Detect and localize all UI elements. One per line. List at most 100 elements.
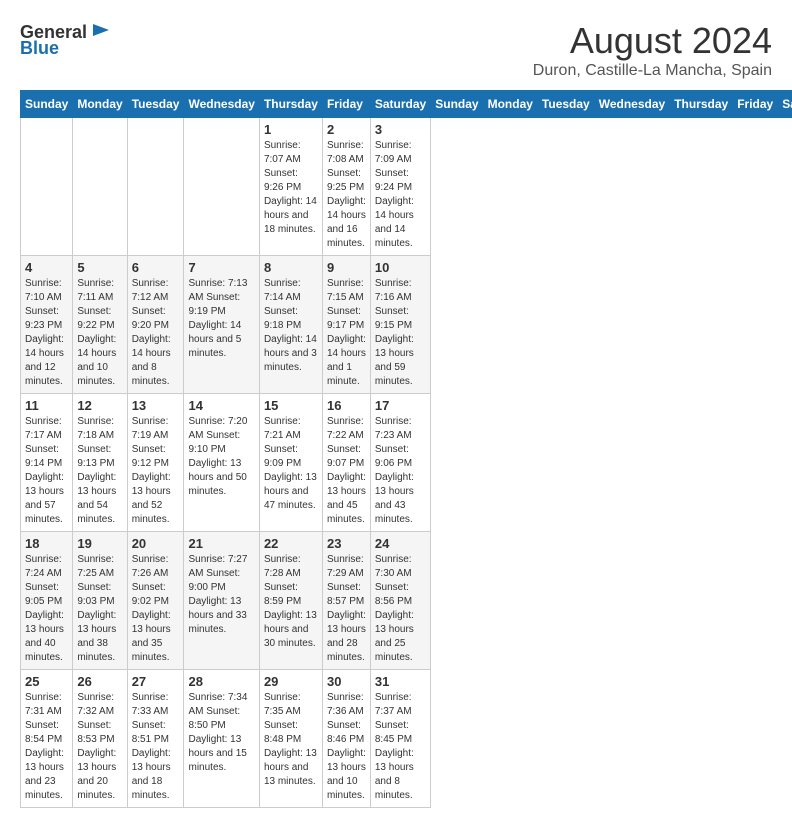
- day-info: Sunrise: 7:19 AM Sunset: 9:12 PM Dayligh…: [132, 415, 180, 527]
- day-number: 25: [25, 674, 68, 689]
- day-number: 15: [264, 398, 318, 413]
- day-info: Sunrise: 7:34 AM Sunset: 8:50 PM Dayligh…: [188, 691, 254, 775]
- day-number: 5: [77, 260, 122, 275]
- day-number: 27: [132, 674, 180, 689]
- calendar-day-cell: 19 Sunrise: 7:25 AM Sunset: 9:03 PM Dayli…: [73, 532, 127, 670]
- calendar-day-cell: 27 Sunrise: 7:33 AM Sunset: 8:51 PM Dayli…: [127, 670, 184, 808]
- day-of-week-header: Wednesday: [594, 91, 669, 118]
- day-number: 30: [327, 674, 366, 689]
- calendar-week-row: 1 Sunrise: 7:07 AM Sunset: 9:26 PM Daylig…: [21, 118, 792, 256]
- day-info: Sunrise: 7:26 AM Sunset: 9:02 PM Dayligh…: [132, 553, 180, 665]
- day-number: 31: [375, 674, 426, 689]
- calendar-day-cell: 10 Sunrise: 7:16 AM Sunset: 9:15 PM Dayli…: [370, 256, 430, 394]
- calendar-day-cell: [73, 118, 127, 256]
- day-number: 7: [188, 260, 254, 275]
- calendar-day-cell: 22Sunrise: 7:28 AM Sunset: 8:59 PM Dayli…: [259, 532, 322, 670]
- day-number: 14: [188, 398, 254, 413]
- calendar-day-cell: 11Sunrise: 7:17 AM Sunset: 9:14 PM Dayli…: [21, 394, 73, 532]
- day-info: Sunrise: 7:33 AM Sunset: 8:51 PM Dayligh…: [132, 691, 180, 803]
- calendar-day-cell: 20 Sunrise: 7:26 AM Sunset: 9:02 PM Dayli…: [127, 532, 184, 670]
- calendar-day-cell: 5 Sunrise: 7:11 AM Sunset: 9:22 PM Daylig…: [73, 256, 127, 394]
- calendar-day-cell: 16Sunrise: 7:22 AM Sunset: 9:07 PM Dayli…: [322, 394, 370, 532]
- day-info: Sunrise: 7:14 AM Sunset: 9:18 PM Dayligh…: [264, 277, 318, 375]
- day-info: Sunrise: 7:07 AM Sunset: 9:26 PM Dayligh…: [264, 139, 318, 237]
- calendar-day-cell: 25 Sunrise: 7:31 AM Sunset: 8:54 PM Dayli…: [21, 670, 73, 808]
- location-subtitle: Duron, Castille-La Mancha, Spain: [533, 62, 772, 80]
- day-number: 18: [25, 536, 68, 551]
- calendar-table: SundayMondayTuesdayWednesdayThursdayFrid…: [20, 90, 792, 808]
- calendar-day-cell: 12Sunrise: 7:18 AM Sunset: 9:13 PM Dayli…: [73, 394, 127, 532]
- day-of-week-header: Friday: [322, 91, 370, 118]
- day-info: Sunrise: 7:22 AM Sunset: 9:07 PM Dayligh…: [327, 415, 366, 527]
- calendar-day-cell: 15 Sunrise: 7:21 AM Sunset: 9:09 PM Dayli…: [259, 394, 322, 532]
- calendar-day-cell: [184, 118, 259, 256]
- calendar-day-cell: 31 Sunrise: 7:37 AM Sunset: 8:45 PM Dayli…: [370, 670, 430, 808]
- day-number: 8: [264, 260, 318, 275]
- day-number: 21: [188, 536, 254, 551]
- day-number: 19: [77, 536, 122, 551]
- day-info: Sunrise: 7:27 AM Sunset: 9:00 PM Dayligh…: [188, 553, 254, 637]
- day-of-week-header: Thursday: [259, 91, 322, 118]
- day-info: Sunrise: 7:30 AM Sunset: 8:56 PM Dayligh…: [375, 553, 426, 665]
- calendar-day-cell: 29Sunrise: 7:35 AM Sunset: 8:48 PM Dayli…: [259, 670, 322, 808]
- day-number: 6: [132, 260, 180, 275]
- calendar-day-cell: 4Sunrise: 7:10 AM Sunset: 9:23 PM Daylig…: [21, 256, 73, 394]
- logo: General Blue: [20, 20, 113, 59]
- day-info: Sunrise: 7:23 AM Sunset: 9:06 PM Dayligh…: [375, 415, 426, 527]
- header: General Blue August 2024 Duron, Castille…: [20, 20, 772, 80]
- day-info: Sunrise: 7:37 AM Sunset: 8:45 PM Dayligh…: [375, 691, 426, 803]
- day-number: 26: [77, 674, 122, 689]
- calendar-day-cell: 18 Sunrise: 7:24 AM Sunset: 9:05 PM Dayli…: [21, 532, 73, 670]
- day-of-week-header: Tuesday: [537, 91, 594, 118]
- calendar-day-cell: 7 Sunrise: 7:13 AM Sunset: 9:19 PM Daylig…: [184, 256, 259, 394]
- calendar-day-cell: 3Sunrise: 7:09 AM Sunset: 9:24 PM Daylig…: [370, 118, 430, 256]
- day-info: Sunrise: 7:29 AM Sunset: 8:57 PM Dayligh…: [327, 553, 366, 665]
- day-number: 29: [264, 674, 318, 689]
- calendar-day-cell: 30 Sunrise: 7:36 AM Sunset: 8:46 PM Dayli…: [322, 670, 370, 808]
- day-of-week-header: Saturday: [370, 91, 430, 118]
- day-of-week-header: Wednesday: [184, 91, 259, 118]
- calendar-day-cell: 14 Sunrise: 7:20 AM Sunset: 9:10 PM Dayli…: [184, 394, 259, 532]
- day-number: 28: [188, 674, 254, 689]
- calendar-day-cell: [127, 118, 184, 256]
- day-info: Sunrise: 7:17 AM Sunset: 9:14 PM Dayligh…: [25, 415, 68, 527]
- calendar-day-cell: 24 Sunrise: 7:30 AM Sunset: 8:56 PM Dayli…: [370, 532, 430, 670]
- day-info: Sunrise: 7:16 AM Sunset: 9:15 PM Dayligh…: [375, 277, 426, 389]
- day-info: Sunrise: 7:21 AM Sunset: 9:09 PM Dayligh…: [264, 415, 318, 513]
- day-number: 24: [375, 536, 426, 551]
- calendar-day-cell: 23Sunrise: 7:29 AM Sunset: 8:57 PM Dayli…: [322, 532, 370, 670]
- day-info: Sunrise: 7:12 AM Sunset: 9:20 PM Dayligh…: [132, 277, 180, 389]
- day-info: Sunrise: 7:25 AM Sunset: 9:03 PM Dayligh…: [77, 553, 122, 665]
- day-info: Sunrise: 7:08 AM Sunset: 9:25 PM Dayligh…: [327, 139, 366, 251]
- day-info: Sunrise: 7:36 AM Sunset: 8:46 PM Dayligh…: [327, 691, 366, 803]
- day-of-week-header: Monday: [73, 91, 127, 118]
- day-of-week-header: Thursday: [670, 91, 733, 118]
- day-info: Sunrise: 7:31 AM Sunset: 8:54 PM Dayligh…: [25, 691, 68, 803]
- day-number: 1: [264, 122, 318, 137]
- day-info: Sunrise: 7:10 AM Sunset: 9:23 PM Dayligh…: [25, 277, 68, 389]
- day-info: Sunrise: 7:13 AM Sunset: 9:19 PM Dayligh…: [188, 277, 254, 361]
- logo-flag-icon: [89, 20, 113, 44]
- day-of-week-header: Sunday: [431, 91, 483, 118]
- day-info: Sunrise: 7:24 AM Sunset: 9:05 PM Dayligh…: [25, 553, 68, 665]
- day-number: 10: [375, 260, 426, 275]
- day-info: Sunrise: 7:18 AM Sunset: 9:13 PM Dayligh…: [77, 415, 122, 527]
- day-info: Sunrise: 7:20 AM Sunset: 9:10 PM Dayligh…: [188, 415, 254, 499]
- calendar-week-row: 11Sunrise: 7:17 AM Sunset: 9:14 PM Dayli…: [21, 394, 792, 532]
- calendar-day-cell: 21 Sunrise: 7:27 AM Sunset: 9:00 PM Dayli…: [184, 532, 259, 670]
- calendar-day-cell: 28 Sunrise: 7:34 AM Sunset: 8:50 PM Dayli…: [184, 670, 259, 808]
- day-number: 20: [132, 536, 180, 551]
- logo-blue: Blue: [20, 38, 59, 59]
- day-info: Sunrise: 7:11 AM Sunset: 9:22 PM Dayligh…: [77, 277, 122, 389]
- day-number: 17: [375, 398, 426, 413]
- calendar-day-cell: [21, 118, 73, 256]
- day-number: 3: [375, 122, 426, 137]
- day-info: Sunrise: 7:15 AM Sunset: 9:17 PM Dayligh…: [327, 277, 366, 389]
- calendar-week-row: 25 Sunrise: 7:31 AM Sunset: 8:54 PM Dayli…: [21, 670, 792, 808]
- calendar-day-cell: 2Sunrise: 7:08 AM Sunset: 9:25 PM Daylig…: [322, 118, 370, 256]
- calendar-day-cell: 13Sunrise: 7:19 AM Sunset: 9:12 PM Dayli…: [127, 394, 184, 532]
- month-year-title: August 2024: [533, 20, 772, 62]
- day-number: 22: [264, 536, 318, 551]
- calendar-day-cell: 17 Sunrise: 7:23 AM Sunset: 9:06 PM Dayli…: [370, 394, 430, 532]
- day-of-week-header: Tuesday: [127, 91, 184, 118]
